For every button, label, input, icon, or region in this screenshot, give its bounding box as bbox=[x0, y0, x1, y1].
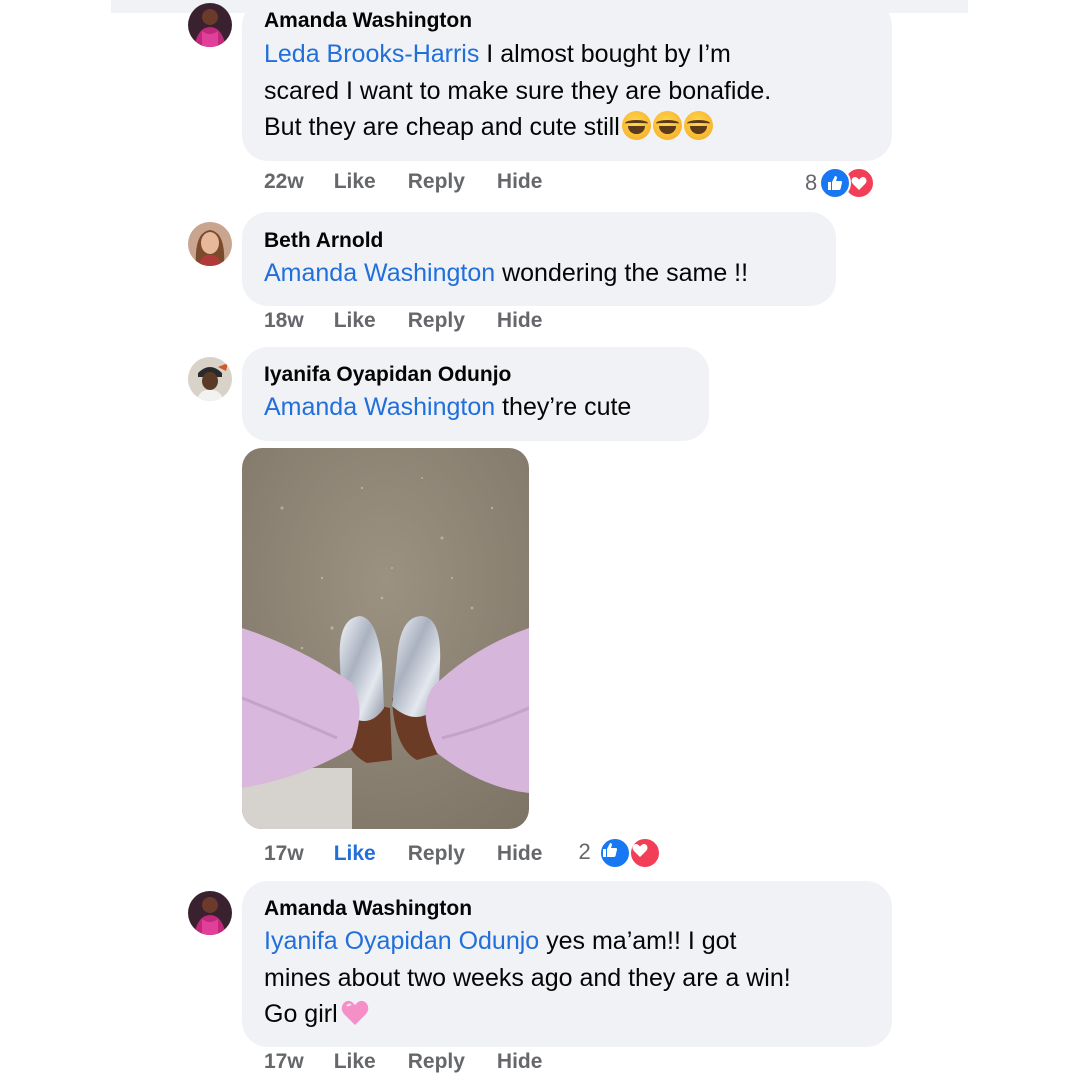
comment-timestamp[interactable]: 17w bbox=[264, 1050, 304, 1074]
reply-button[interactable]: Reply bbox=[408, 842, 465, 866]
comment-timestamp[interactable]: 22w bbox=[264, 170, 304, 194]
laughing-tears-emoji-icon bbox=[621, 111, 651, 140]
comment-actions: 18w Like Reply Hide bbox=[264, 306, 574, 336]
reaction-summary[interactable]: 8 bbox=[805, 166, 876, 200]
love-reaction-icon bbox=[628, 837, 661, 869]
hide-button[interactable]: Hide bbox=[497, 1050, 543, 1074]
comment-text-line: they’re cute bbox=[495, 393, 632, 421]
hide-button[interactable]: Hide bbox=[497, 170, 543, 194]
like-reaction-icon bbox=[598, 837, 631, 869]
comment-text-line: But they are cheap and cute still bbox=[264, 113, 620, 141]
comment-text-line: wondering the same !! bbox=[495, 259, 749, 287]
comment-author[interactable]: Amanda Washington bbox=[264, 8, 870, 34]
like-button[interactable]: Like bbox=[334, 309, 376, 333]
comment-text-line: scared I want to make sure they are bona… bbox=[264, 76, 772, 105]
like-button[interactable]: Like bbox=[334, 1050, 376, 1074]
mention-link[interactable]: Leda Brooks-Harris bbox=[264, 40, 479, 68]
hide-button[interactable]: Hide bbox=[497, 309, 543, 333]
avatar-iyanifa-oyapidan-odunjo[interactable] bbox=[188, 357, 232, 401]
reaction-count: 2 bbox=[578, 839, 591, 864]
reaction-count: 8 bbox=[805, 170, 818, 195]
comment-text-line: mines about two weeks ago and they are a… bbox=[264, 963, 791, 992]
avatar-amanda-washington[interactable] bbox=[188, 3, 232, 47]
reply-button[interactable]: Reply bbox=[408, 170, 465, 194]
laughing-tears-emoji-icon bbox=[652, 111, 682, 140]
comment-author[interactable]: Amanda Washington bbox=[264, 896, 870, 922]
comment-text: Amanda Washington wondering the same !! bbox=[264, 255, 814, 292]
laughing-tears-emoji-icon bbox=[683, 111, 713, 140]
mention-link[interactable]: Amanda Washington bbox=[264, 393, 495, 421]
reply-button[interactable]: Reply bbox=[408, 1050, 465, 1074]
comment-bubble: Amanda Washington Leda Brooks-Harris I a… bbox=[242, 0, 892, 161]
comment-text-line: I almost bought by I’m bbox=[479, 40, 731, 68]
comment-timestamp[interactable]: 18w bbox=[264, 309, 304, 333]
comment-author[interactable]: Beth Arnold bbox=[264, 228, 814, 254]
comment-author[interactable]: Iyanifa Oyapidan Odunjo bbox=[264, 362, 687, 388]
reply-button[interactable]: Reply bbox=[408, 309, 465, 333]
pink-heart-emoji-icon bbox=[341, 1000, 368, 1025]
comment-bubble: Amanda Washington Iyanifa Oyapidan Odunj… bbox=[242, 881, 892, 1047]
comment-actions: 22w Like Reply Hide bbox=[264, 167, 574, 197]
like-button[interactable]: Like bbox=[334, 842, 376, 866]
comment-actions: 17w Like Reply Hide bbox=[264, 1047, 574, 1077]
comment-photo-attachment[interactable] bbox=[242, 448, 529, 829]
comment-bubble: Iyanifa Oyapidan Odunjo Amanda Washingto… bbox=[242, 347, 709, 441]
like-reaction-icon bbox=[819, 167, 852, 199]
avatar-amanda-washington[interactable] bbox=[188, 891, 232, 935]
comment-text: Leda Brooks-Harris I almost bought by I’… bbox=[264, 36, 870, 146]
reaction-summary[interactable]: 2 bbox=[578, 837, 661, 871]
comment-bubble: Beth Arnold Amanda Washington wondering … bbox=[242, 212, 836, 306]
avatar-beth-arnold[interactable] bbox=[188, 222, 232, 266]
comment-text: Iyanifa Oyapidan Odunjo yes ma’am!! I go… bbox=[264, 923, 870, 1033]
mention-link[interactable]: Amanda Washington bbox=[264, 259, 495, 287]
comment-actions: 17w Like Reply Hide 2 bbox=[264, 837, 661, 871]
comment-text-line: yes ma’am!! I got bbox=[539, 927, 737, 955]
comment-timestamp[interactable]: 17w bbox=[264, 842, 304, 866]
like-button[interactable]: Like bbox=[334, 170, 376, 194]
mention-link[interactable]: Iyanifa Oyapidan Odunjo bbox=[264, 927, 539, 955]
hide-button[interactable]: Hide bbox=[497, 842, 543, 866]
comment-text: Amanda Washington they’re cute bbox=[264, 389, 687, 426]
comment-text-line: Go girl bbox=[264, 1000, 338, 1028]
